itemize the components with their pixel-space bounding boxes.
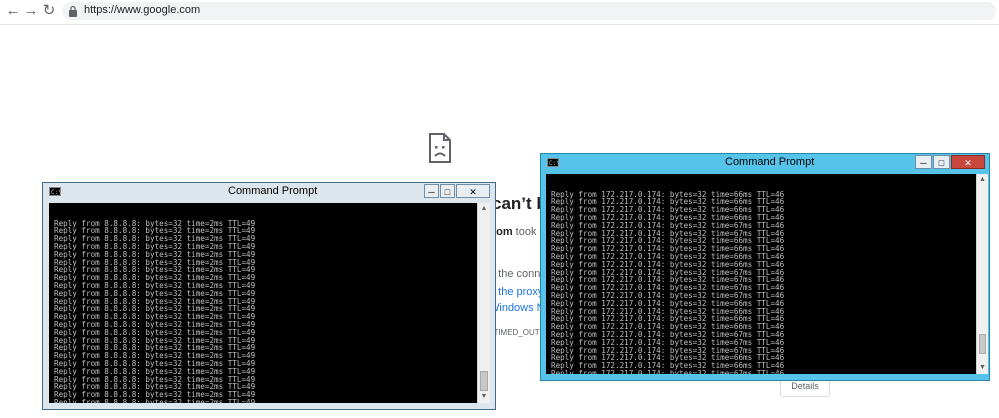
console-line: Reply from 8.8.8.8: bytes=32 time=2ms TT… xyxy=(54,397,256,403)
forward-arrow-icon[interactable]: → xyxy=(22,2,40,20)
back-arrow-icon[interactable]: ← xyxy=(4,2,22,20)
scroll-up-arrow-icon[interactable]: ▲ xyxy=(478,203,490,215)
cmd-app-icon: C:\ xyxy=(547,158,560,167)
browser-toolbar: ← → ↻ https://www.google.com xyxy=(0,0,999,25)
window-title: Command Prompt xyxy=(228,185,318,197)
try-suggestion: g the conne xyxy=(489,268,547,280)
window-title: Command Prompt xyxy=(725,156,815,168)
vertical-scrollbar[interactable]: ▲ ▼ xyxy=(976,174,988,374)
console-output[interactable]: Reply from 8.8.8.8: bytes=32 time=2ms TT… xyxy=(49,203,477,403)
error-code: _TIMED_OUT xyxy=(489,328,540,337)
window-titlebar[interactable]: C:\ Command Prompt ─ □ ✕ xyxy=(541,154,989,172)
windows-diagnostics-link[interactable]: Windows N xyxy=(489,302,545,314)
console-line: Reply from 172.217.0.174: bytes=32 time=… xyxy=(551,368,785,374)
error-title: can’t b xyxy=(492,194,547,213)
close-button[interactable]: ✕ xyxy=(951,155,985,169)
maximize-button[interactable]: □ xyxy=(933,155,950,169)
maximize-button[interactable]: □ xyxy=(440,184,455,198)
minimize-button[interactable]: ─ xyxy=(424,184,439,198)
console-lines: Reply from 172.217.0.174: bytes=32 time=… xyxy=(551,190,976,374)
scroll-up-arrow-icon[interactable]: ▲ xyxy=(977,174,988,186)
sad-page-icon xyxy=(429,133,451,163)
reload-icon[interactable]: ↻ xyxy=(40,2,58,20)
lock-icon xyxy=(69,5,77,17)
console-lines: Reply from 8.8.8.8: bytes=32 time=2ms TT… xyxy=(54,219,477,403)
minimize-button[interactable]: ─ xyxy=(915,155,932,169)
cmd-app-icon: C:\ xyxy=(49,187,62,196)
close-button[interactable]: ✕ xyxy=(456,184,490,198)
error-description: took t xyxy=(512,226,543,238)
address-bar[interactable]: https://www.google.com xyxy=(62,2,996,20)
scroll-down-arrow-icon[interactable]: ▼ xyxy=(977,362,988,374)
scrollbar-thumb[interactable] xyxy=(480,371,488,391)
vertical-scrollbar[interactable]: ▲ ▼ xyxy=(477,203,490,403)
command-prompt-window-left: C:\ Command Prompt ─ □ ✕ Reply from 8.8.… xyxy=(42,182,496,410)
scrollbar-thumb[interactable] xyxy=(979,334,986,354)
check-proxy-link[interactable]: g the proxy xyxy=(489,286,543,298)
console-output[interactable]: Reply from 172.217.0.174: bytes=32 time=… xyxy=(546,174,976,374)
window-titlebar[interactable]: C:\ Command Prompt ─ □ ✕ xyxy=(43,183,495,201)
command-prompt-window-right: C:\ Command Prompt ─ □ ✕ Reply from 172.… xyxy=(540,153,990,381)
error-subtitle: com took t xyxy=(490,226,543,238)
scroll-down-arrow-icon[interactable]: ▼ xyxy=(478,391,490,403)
url-text: https://www.google.com xyxy=(84,4,201,16)
